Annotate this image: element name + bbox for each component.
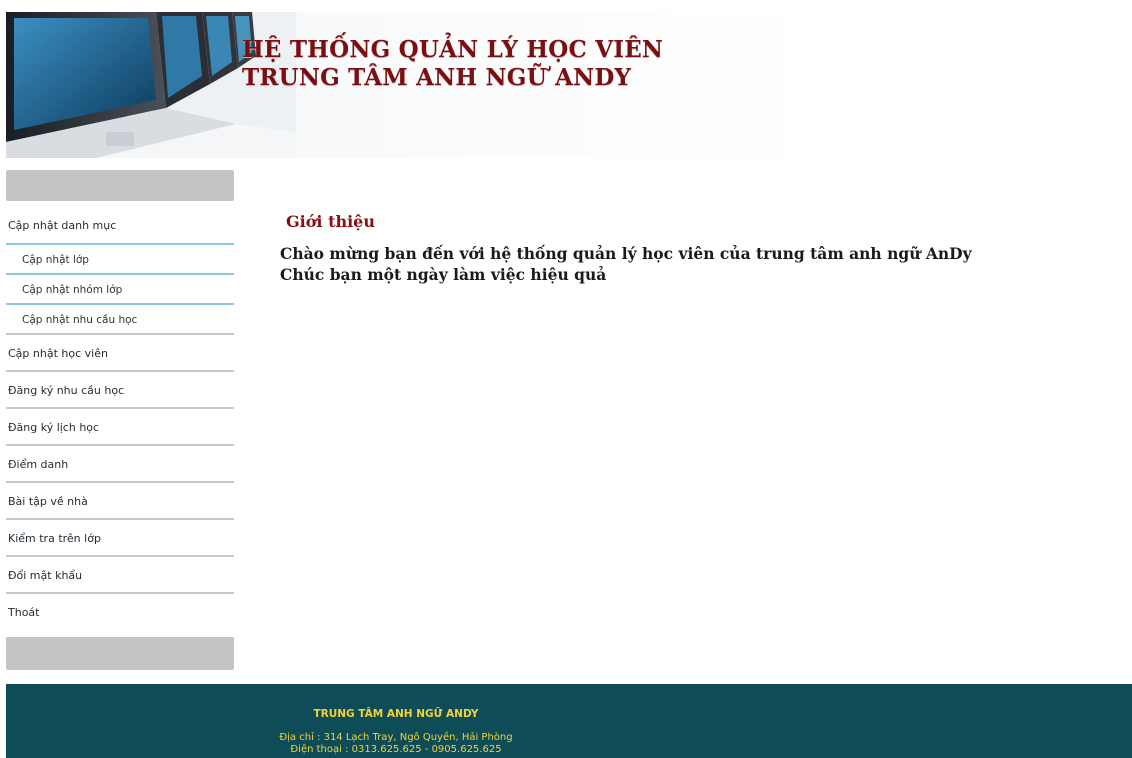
sidebar-top-cap bbox=[6, 170, 234, 201]
footer-phone: Điện thoại : 0313.625.625 - 0905.625.625 bbox=[290, 744, 502, 755]
sidebar-item-dang-ky-nhu-cau-hoc[interactable]: Đăng ký nhu cầu học bbox=[6, 372, 234, 409]
sidebar-subitem-cap-nhat-nhu-cau-hoc[interactable]: Cập nhật nhu cầu học bbox=[6, 305, 234, 335]
site-title: HỆ THỐNG QUẢN LÝ HỌC VIÊN TRUNG TÂM ANH … bbox=[242, 36, 663, 92]
sidebar-item-dang-ky-lich-hoc[interactable]: Đăng ký lịch học bbox=[6, 409, 234, 446]
sidebar-item-doi-mat-khau[interactable]: Đổi mật khẩu bbox=[6, 557, 234, 594]
sidebar-item-cap-nhat-danh-muc[interactable]: Cập nhật danh mục bbox=[6, 207, 234, 245]
site-title-line2: TRUNG TÂM ANH NGỮ ANDY bbox=[242, 64, 632, 91]
sidebar-item-bai-tap-ve-nha[interactable]: Bài tập về nhà bbox=[6, 483, 234, 520]
footer-address: Địa chỉ : 314 Lạch Tray, Ngô Quyền, Hải … bbox=[279, 732, 513, 743]
header-banner: HỆ THỐNG QUẢN LÝ HỌC VIÊN TRUNG TÂM ANH … bbox=[6, 12, 826, 158]
sidebar-item-diem-danh[interactable]: Điểm danh bbox=[6, 446, 234, 483]
welcome-line2: Chúc bạn một ngày làm việc hiệu quả bbox=[280, 265, 607, 284]
sidebar-item-kiem-tra-tren-lop[interactable]: Kiểm tra trên lớp bbox=[6, 520, 234, 557]
sidebar-subitem-cap-nhat-lop[interactable]: Cập nhật lớp bbox=[6, 245, 234, 275]
main-content: Giới thiệu Chào mừng bạn đến với hệ thốn… bbox=[280, 212, 1120, 285]
sidebar-nav: Cập nhật danh mục Cập nhật lớp Cập nhật … bbox=[6, 170, 234, 670]
footer-contact: TRUNG TÂM ANH NGỮ ANDY Địa chỉ : 314 Lạc… bbox=[6, 708, 786, 756]
page-title: Giới thiệu bbox=[286, 212, 375, 231]
site-title-line1: HỆ THỐNG QUẢN LÝ HỌC VIÊN bbox=[242, 36, 664, 63]
sidebar-item-thoat[interactable]: Thoát bbox=[6, 594, 234, 631]
welcome-message: Chào mừng bạn đến với hệ thống quản lý h… bbox=[280, 243, 1120, 285]
sidebar-menu: Cập nhật danh mục Cập nhật lớp Cập nhật … bbox=[6, 207, 234, 631]
site-footer: TRUNG TÂM ANH NGỮ ANDY Địa chỉ : 314 Lạc… bbox=[6, 684, 1132, 758]
welcome-line1: Chào mừng bạn đến với hệ thống quản lý h… bbox=[280, 244, 972, 263]
sidebar-bottom-cap bbox=[6, 637, 234, 670]
footer-org-name: TRUNG TÂM ANH NGỮ ANDY bbox=[313, 708, 479, 720]
sidebar-subitem-cap-nhat-nhom-lop[interactable]: Cập nhật nhóm lớp bbox=[6, 275, 234, 305]
sidebar-item-cap-nhat-hoc-vien[interactable]: Cập nhật học viên bbox=[6, 335, 234, 372]
